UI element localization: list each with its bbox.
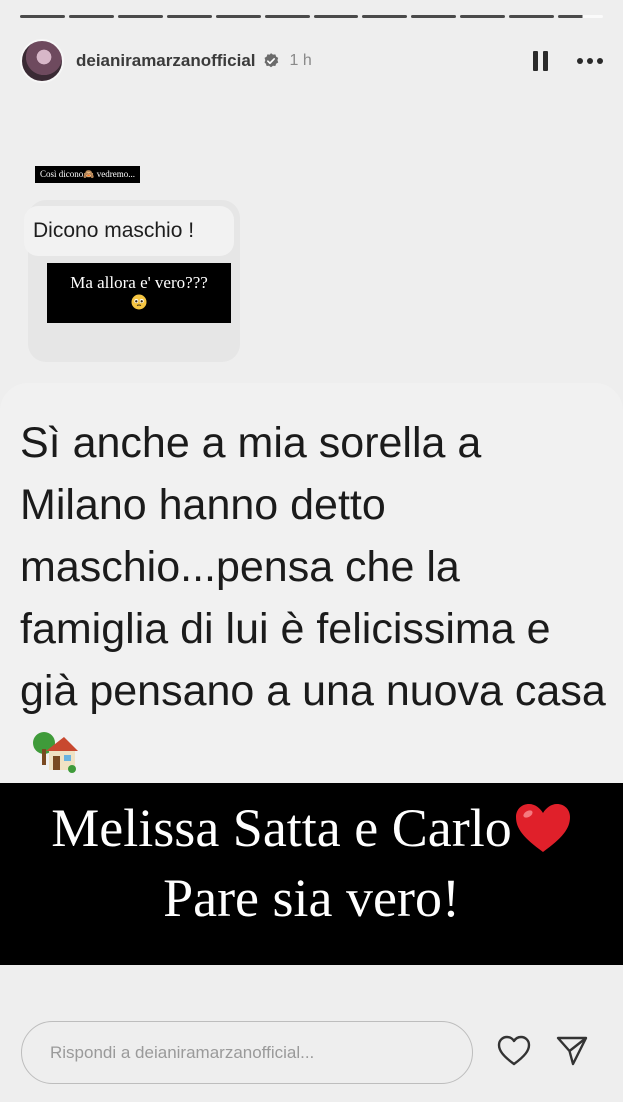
answer-text: Sì anche a mia sorella a Milano hanno de… (20, 419, 606, 715)
heart-emoji-icon (515, 804, 570, 852)
caption-box: Ma allora e' vero??? (47, 263, 231, 323)
avatar[interactable] (20, 39, 64, 83)
question-text: Dicono maschio ! (24, 206, 234, 256)
reply-placeholder: Rispondi a deianiramarzanofficial... (50, 1042, 315, 1062)
progress-segment (20, 15, 65, 18)
progress-segment (411, 15, 457, 18)
banner: Melissa Satta e Carlo Pare sia vero! (0, 783, 623, 965)
progress-segment (264, 15, 310, 18)
verified-badge-icon (264, 53, 278, 68)
send-icon[interactable] (555, 1035, 589, 1067)
progress-segment (166, 15, 212, 18)
header-actions (533, 51, 603, 71)
answer-text-block: Sì anche a mia sorella a Milano hanno de… (20, 412, 610, 784)
screenshot-tag: Così dicono🙈 vedremo... (35, 166, 140, 183)
progress-segment-active (558, 15, 604, 18)
post-time: 1 h (289, 52, 312, 69)
reply-actions (497, 1035, 589, 1067)
pleading-face-icon (131, 294, 147, 310)
progress-segment (362, 15, 408, 18)
story-frame[interactable]: deianiramarzanofficial 1 h Così dicono🙈 … (0, 0, 623, 1102)
username[interactable]: deianiramarzanofficial (76, 51, 256, 71)
progress-segment (460, 15, 506, 18)
reply-input[interactable]: Rispondi a deianiramarzanofficial... (21, 1021, 473, 1084)
progress-segment (313, 15, 359, 18)
pause-icon[interactable] (533, 51, 549, 71)
progress-segment (509, 15, 555, 18)
banner-title: Melissa Satta e Carlo (51, 798, 512, 858)
progress-segment (117, 15, 163, 18)
progress-segment (68, 15, 114, 18)
banner-subtitle: Pare sia vero! (163, 868, 460, 928)
house-emoji-icon (33, 732, 78, 773)
story-header: deianiramarzanofficial 1 h (20, 38, 603, 84)
banner-title-line: Melissa Satta e Carlo (0, 793, 623, 863)
caption-text: Ma allora e' vero??? (70, 273, 208, 292)
story-progress-bar (20, 15, 604, 18)
like-icon[interactable] (497, 1035, 531, 1067)
more-icon[interactable] (577, 58, 603, 64)
progress-segment (215, 15, 261, 18)
